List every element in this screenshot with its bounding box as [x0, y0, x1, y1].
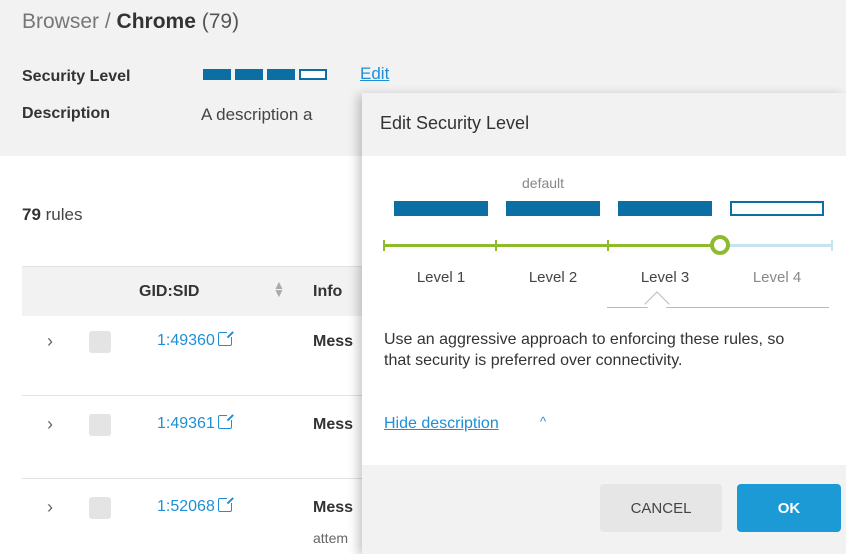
rule-info: Mess	[313, 333, 354, 350]
level-description-divider	[607, 307, 829, 308]
slider-track-inactive[interactable]	[720, 244, 832, 247]
row-divider	[22, 478, 362, 479]
level-2-label[interactable]: Level 2	[503, 269, 603, 286]
security-bar-1	[203, 69, 231, 80]
row-checkbox[interactable]	[89, 497, 111, 519]
external-link-icon	[217, 496, 234, 512]
page-title: Browser / Chrome (79)	[22, 10, 239, 34]
edit-security-level-link[interactable]: Edit	[360, 64, 389, 84]
rules-count-number: 79	[22, 205, 41, 224]
description-value: A description a	[201, 105, 313, 124]
rule-info: Mess	[313, 416, 354, 433]
external-link-icon	[217, 413, 234, 429]
slider-tick	[383, 240, 385, 251]
chevron-right-icon[interactable]: ›	[47, 331, 53, 352]
gid-link-text[interactable]: 1:49360	[157, 332, 215, 349]
rule-info-sub: attem	[313, 530, 349, 546]
chevron-up-icon[interactable]: ^	[540, 414, 546, 429]
chevron-right-icon[interactable]: ›	[47, 414, 53, 435]
gid-link[interactable]: 1:49361	[157, 413, 234, 433]
gid-link-text[interactable]: 1:52068	[157, 498, 215, 515]
rule-count-badge: (79)	[201, 10, 240, 33]
breadcrumb-separator: /	[99, 10, 117, 33]
ok-button[interactable]: OK	[737, 484, 841, 532]
column-header-gid-sid[interactable]: GID:SID	[139, 283, 199, 301]
security-level-label: Security Level	[22, 68, 131, 85]
level-2-bar[interactable]	[506, 201, 600, 216]
level-1-bar[interactable]	[394, 201, 488, 216]
level-4-bar[interactable]	[730, 201, 824, 216]
row-divider	[22, 395, 362, 396]
sort-icon[interactable]: ▲ ▼	[273, 279, 285, 299]
slider-tick	[831, 240, 833, 251]
security-bar-4	[299, 69, 327, 80]
gid-link[interactable]: 1:52068	[157, 496, 234, 516]
security-bar-3	[267, 69, 295, 80]
level-pointer-caret	[644, 291, 670, 317]
column-header-info[interactable]: Info	[313, 283, 342, 301]
dialog-title: Edit Security Level	[380, 113, 530, 133]
hide-description-link[interactable]: Hide description	[384, 415, 499, 433]
security-level-indicator	[203, 69, 327, 80]
slider-handle[interactable]	[710, 235, 730, 255]
external-link-icon	[217, 330, 234, 346]
description-label: Description	[22, 105, 111, 122]
level-1-label[interactable]: Level 1	[391, 269, 491, 286]
cancel-button[interactable]: CANCEL	[600, 484, 722, 532]
edit-security-level-dialog: Edit Security Level default Level 1 Leve…	[362, 93, 846, 554]
breadcrumb-parent[interactable]: Browser	[22, 10, 99, 33]
level-4-label[interactable]: Level 4	[727, 269, 827, 286]
row-checkbox[interactable]	[89, 414, 111, 436]
rules-count-suffix: rules	[40, 205, 83, 224]
gid-link-text[interactable]: 1:49361	[157, 415, 215, 432]
breadcrumb-current: Chrome	[116, 10, 196, 33]
security-bar-2	[235, 69, 263, 80]
level-description: Use an aggressive approach to enforcing …	[384, 331, 785, 369]
slider-track-active[interactable]	[384, 244, 720, 247]
chevron-right-icon[interactable]: ›	[47, 497, 53, 518]
level-3-label[interactable]: Level 3	[615, 269, 715, 286]
slider-tick	[607, 240, 609, 251]
row-checkbox[interactable]	[89, 331, 111, 353]
rule-info: Mess	[313, 499, 354, 516]
default-level-label: default	[522, 175, 565, 191]
slider-tick	[495, 240, 497, 251]
level-3-bar[interactable]	[618, 201, 712, 216]
gid-link[interactable]: 1:49360	[157, 330, 234, 350]
rules-count: 79 rules	[22, 205, 83, 225]
